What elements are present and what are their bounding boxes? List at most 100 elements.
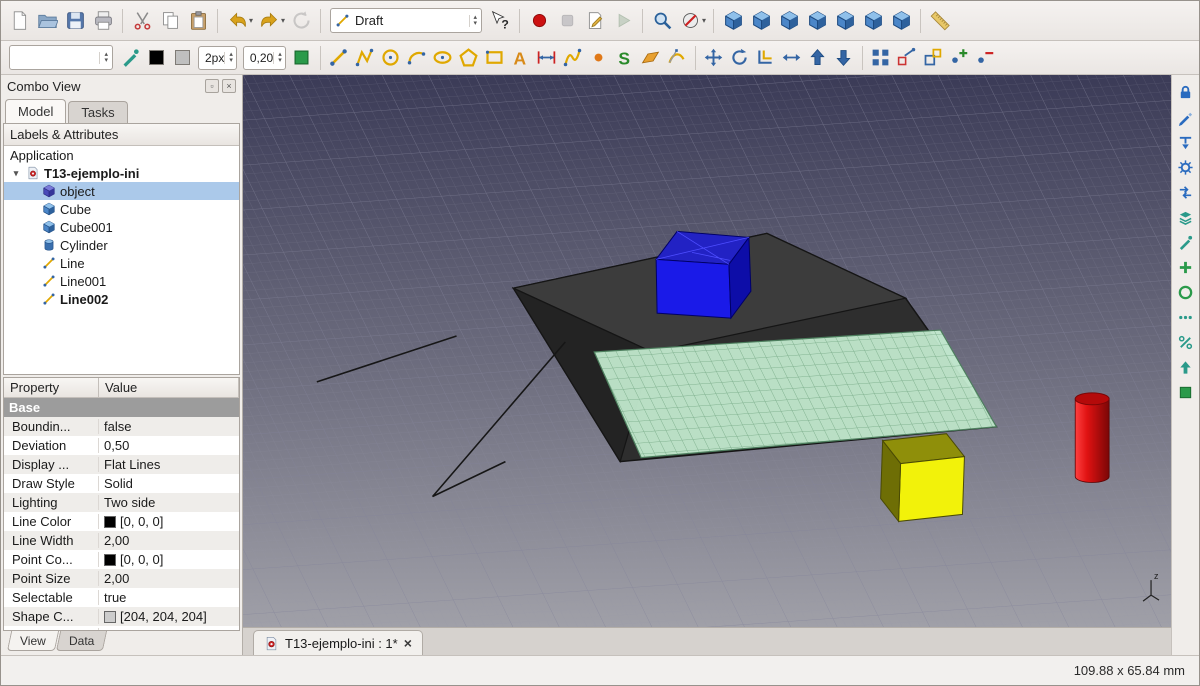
text-size-spinner[interactable]: 0,20 ▴▾ <box>243 46 286 70</box>
document-tab[interactable]: T13-ejemplo-ini : 1* × <box>253 630 423 655</box>
macro-stop-button[interactable] <box>553 7 581 35</box>
print-button[interactable] <box>89 7 117 35</box>
property-row[interactable]: Line Color[0, 0, 0] <box>4 512 239 531</box>
tree-item-document[interactable]: ▾ T13-ejemplo-ini <box>4 164 239 182</box>
view-right-button[interactable] <box>803 7 831 35</box>
draw-style-dropdown-caret[interactable]: ▾ <box>702 16 706 25</box>
draw-pen-button[interactable] <box>1177 233 1195 251</box>
tab-data[interactable]: Data <box>56 631 108 651</box>
draft-text-button[interactable] <box>508 45 534 71</box>
undo-button[interactable] <box>223 7 251 35</box>
save-file-button[interactable] <box>61 7 89 35</box>
measure-angle-button[interactable] <box>1177 333 1195 351</box>
macro-execute-button[interactable] <box>609 7 637 35</box>
draft-shapestring-button[interactable] <box>612 45 638 71</box>
solid-box-button[interactable] <box>1177 383 1195 401</box>
draft-line-button[interactable] <box>326 45 352 71</box>
draw-style-button[interactable] <box>676 7 704 35</box>
paste-button[interactable] <box>184 7 212 35</box>
view-bottom-button[interactable] <box>859 7 887 35</box>
property-row[interactable]: Point Size2,00 <box>4 569 239 588</box>
draft-ellipse-button[interactable] <box>430 45 456 71</box>
open-file-button[interactable] <box>33 7 61 35</box>
tree-item-application[interactable]: Application <box>4 146 239 164</box>
line-width-spinner[interactable]: 2px ▴▾ <box>198 46 237 70</box>
tree-item-cylinder[interactable]: Cylinder <box>4 236 239 254</box>
property-group-base[interactable]: Base <box>4 398 239 417</box>
measure-button[interactable] <box>926 7 954 35</box>
close-panel-button[interactable]: × <box>222 79 236 93</box>
draft-delete-point-button[interactable] <box>972 45 998 71</box>
tab-model[interactable]: Model <box>5 99 66 123</box>
tab-view[interactable]: View <box>7 631 59 651</box>
layers-button[interactable] <box>1177 208 1195 226</box>
redo-dropdown-caret[interactable]: ▾ <box>281 16 285 25</box>
3d-viewport[interactable]: z <box>243 75 1171 627</box>
undo-dropdown-caret[interactable]: ▾ <box>249 16 253 25</box>
tree-item-object[interactable]: object <box>4 182 239 200</box>
scene-yellow-cube[interactable] <box>881 434 965 522</box>
close-document-icon[interactable]: × <box>404 635 412 651</box>
property-row[interactable]: Boundin...false <box>4 417 239 436</box>
tree-item-line[interactable]: Line <box>4 254 239 272</box>
scene-red-cylinder[interactable] <box>1075 393 1109 483</box>
tree-item-line001[interactable]: Line001 <box>4 272 239 290</box>
draft-dimension-button[interactable] <box>534 45 560 71</box>
draft-move-button[interactable] <box>701 45 727 71</box>
toggle-axes-button[interactable] <box>1177 183 1195 201</box>
property-row[interactable]: Draw StyleSolid <box>4 474 239 493</box>
macro-edit-button[interactable] <box>581 7 609 35</box>
more-tools-button[interactable] <box>1177 308 1195 326</box>
copy-button[interactable] <box>156 7 184 35</box>
property-row[interactable]: Display ...Flat Lines <box>4 455 239 474</box>
draft-point-button[interactable] <box>586 45 612 71</box>
property-row[interactable]: Point Co...[0, 0, 0] <box>4 550 239 569</box>
property-row[interactable]: Deviation0,50 <box>4 436 239 455</box>
tree-item-cube001[interactable]: Cube001 <box>4 218 239 236</box>
snap-grid-button[interactable] <box>1177 158 1195 176</box>
extrude-up-button[interactable] <box>1177 358 1195 376</box>
property-row[interactable]: T... <box>4 626 239 630</box>
edit-button[interactable] <box>1177 108 1195 126</box>
draft-offset-button[interactable] <box>753 45 779 71</box>
new-file-button[interactable] <box>5 7 33 35</box>
draft-facebinder-button[interactable] <box>638 45 664 71</box>
property-row[interactable]: Selectabletrue <box>4 588 239 607</box>
draft-downgrade-button[interactable] <box>831 45 857 71</box>
draft-trim-button[interactable] <box>779 45 805 71</box>
scene-blue-cube[interactable] <box>656 231 751 318</box>
view-isometric-button[interactable] <box>719 7 747 35</box>
apply-style-button[interactable] <box>289 45 315 71</box>
draft-scale-button[interactable] <box>920 45 946 71</box>
draft-upgrade-button[interactable] <box>805 45 831 71</box>
fit-all-button[interactable] <box>648 7 676 35</box>
layer-selector[interactable]: ▴▾ <box>9 45 113 70</box>
circle-tool-button[interactable] <box>1177 283 1195 301</box>
tree-item-line002[interactable]: Line002 <box>4 290 239 308</box>
line-color-button[interactable] <box>143 45 169 71</box>
face-color-button[interactable] <box>169 45 195 71</box>
whats-this-button[interactable] <box>486 7 514 35</box>
draft-arc-button[interactable] <box>404 45 430 71</box>
cut-button[interactable] <box>128 7 156 35</box>
view-left-button[interactable] <box>887 7 915 35</box>
view-front-button[interactable] <box>747 7 775 35</box>
tree-item-cube[interactable]: Cube <box>4 200 239 218</box>
draft-bezier-button[interactable] <box>664 45 690 71</box>
macro-record-button[interactable] <box>525 7 553 35</box>
draft-polygon-button[interactable] <box>456 45 482 71</box>
draft-to-sketch-button[interactable] <box>894 45 920 71</box>
draft-rotate-button[interactable] <box>727 45 753 71</box>
autogroup-button[interactable] <box>117 45 143 71</box>
property-row[interactable]: LightingTwo side <box>4 493 239 512</box>
property-row[interactable]: Shape C...[204, 204, 204] <box>4 607 239 626</box>
lock-toolbar-button[interactable] <box>1177 83 1195 101</box>
view-rear-button[interactable] <box>831 7 859 35</box>
snap-working-plane-button[interactable] <box>1177 133 1195 151</box>
draft-circle-button[interactable] <box>378 45 404 71</box>
float-panel-button[interactable]: ▫ <box>205 79 219 93</box>
refresh-button[interactable] <box>287 7 315 35</box>
draft-add-point-button[interactable] <box>946 45 972 71</box>
draft-wire-button[interactable] <box>352 45 378 71</box>
tab-tasks[interactable]: Tasks <box>68 101 127 123</box>
